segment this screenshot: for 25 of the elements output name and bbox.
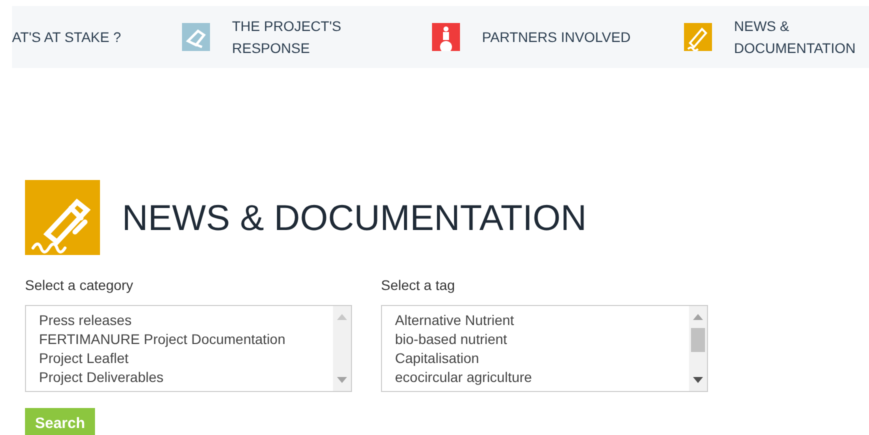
scrollbar[interactable] <box>689 306 707 391</box>
listbox-option[interactable]: Alternative Nutrient <box>395 311 689 330</box>
select-listbox[interactable]: Alternative Nutrient bio-based nutrient Capitalisation ecocircular agriculture <box>381 305 708 392</box>
nav-link[interactable]: PARTNERS INVOLVED <box>482 26 632 48</box>
scroll-up-icon[interactable] <box>693 314 703 320</box>
filter-label: Select a category <box>25 276 134 295</box>
listbox-option[interactable]: ecocircular agriculture <box>395 368 689 387</box>
listbox-option[interactable]: FERTIMANURE Project Documentation <box>39 330 333 349</box>
filter-label: Select a tag <box>381 276 456 295</box>
page-title: NEWS & DOCUMENTATION <box>122 196 587 240</box>
nav-link[interactable]: THE PROJECT'S RESPONSE <box>232 15 382 59</box>
listbox-option[interactable]: Project Leaflet <box>39 349 333 368</box>
listbox-option[interactable]: Project Deliverables <box>39 368 333 387</box>
pen-icon[interactable] <box>684 23 712 51</box>
listbox-option[interactable]: Capitalisation <box>395 349 689 368</box>
listbox-option[interactable]: bio-based nutrient <box>395 330 689 349</box>
listbox-option[interactable]: Press releases <box>39 311 333 330</box>
nav-link[interactable]: NEWS & DOCUMENTATION <box>734 15 869 59</box>
select-listbox[interactable]: Press releases FERTIMANURE Project Documentation Project Leaflet Project Deliverables <box>25 305 352 392</box>
pen-icon <box>25 180 100 255</box>
nav-link[interactable]: AT'S AT STAKE ? <box>12 26 122 48</box>
scroll-up-icon[interactable] <box>337 314 347 320</box>
scrollbar-thumb[interactable] <box>691 328 705 352</box>
scroll-down-icon[interactable] <box>693 377 703 383</box>
scrollbar[interactable] <box>333 306 351 391</box>
